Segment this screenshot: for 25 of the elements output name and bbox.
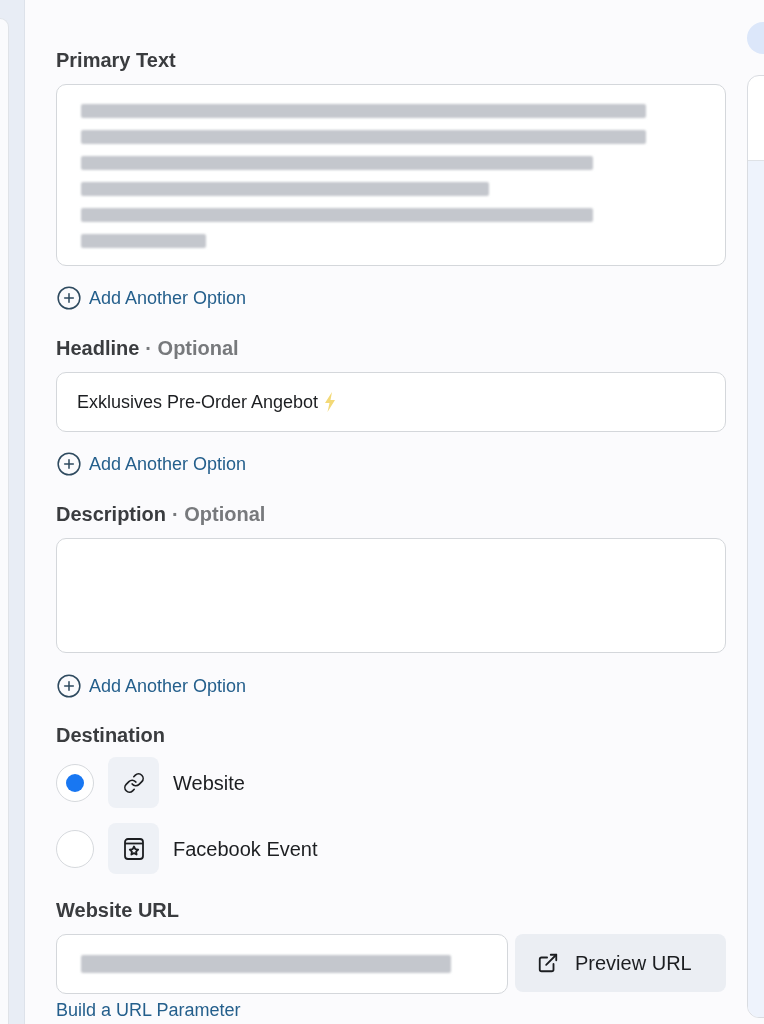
lightning-icon xyxy=(324,392,337,412)
radio-button[interactable] xyxy=(56,763,94,802)
star-calendar-icon xyxy=(108,823,159,874)
add-option-button[interactable]: Add Another Option xyxy=(56,673,247,699)
option-label: Website xyxy=(173,770,245,796)
headline-field[interactable]: Exklusives Pre-Order Angebot xyxy=(56,372,726,432)
primary-text-field[interactable] xyxy=(56,84,726,266)
field-label: Primary Text xyxy=(56,48,176,72)
external-link-icon xyxy=(537,952,559,974)
preview-url-button[interactable]: Preview URL xyxy=(515,934,726,992)
add-option-button[interactable]: Add Another Option xyxy=(56,285,247,311)
radio-button[interactable] xyxy=(56,829,94,868)
field-label: Website URL xyxy=(56,898,179,922)
website-url-field[interactable] xyxy=(56,934,508,994)
plus-circle-icon xyxy=(56,285,82,311)
field-label: Description · Optional xyxy=(56,502,266,526)
option-label: Facebook Event xyxy=(173,836,318,862)
add-option-button[interactable]: Add Another Option xyxy=(56,451,247,477)
plus-circle-icon xyxy=(56,451,82,477)
field-label: Headline · Optional xyxy=(56,336,239,360)
field-label: Destination xyxy=(56,723,165,747)
plus-circle-icon xyxy=(56,673,82,699)
link-icon xyxy=(108,757,159,808)
build-url-parameter-link[interactable]: Build a URL Parameter xyxy=(56,1000,241,1020)
description-field[interactable] xyxy=(56,538,726,653)
